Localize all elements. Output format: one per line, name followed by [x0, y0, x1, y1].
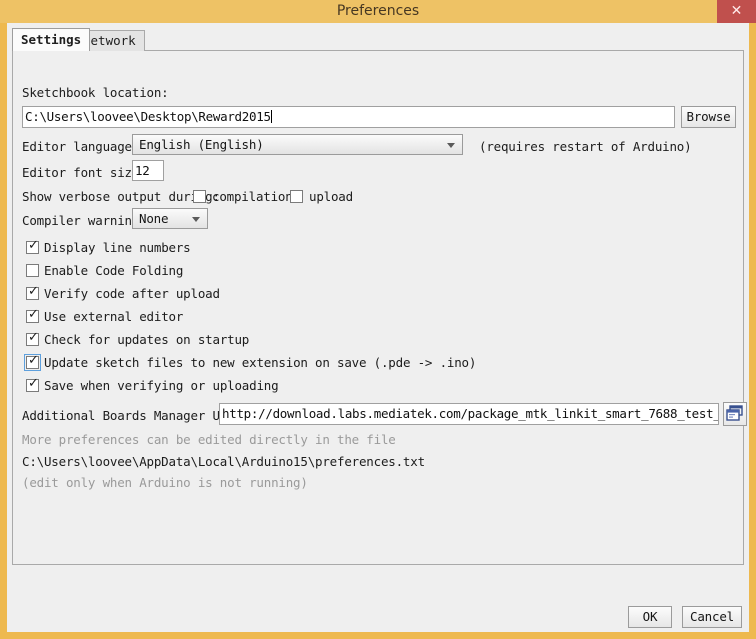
- check-icon: ✓: [28, 330, 39, 345]
- verbose-compilation-checkbox[interactable]: [193, 190, 206, 203]
- verbose-output-label: Show verbose output during:: [22, 189, 220, 204]
- checkbox-box: ✓: [26, 376, 39, 392]
- checkbox-box: ✓: [26, 238, 39, 254]
- settings-tab-panel: Sketchbook location: C:\Users\loovee\Des…: [12, 50, 747, 565]
- check-icon: ✓: [28, 284, 39, 299]
- open-urls-editor-button[interactable]: [723, 402, 747, 426]
- preferences-window: Preferences ✕ Settings Network Sketchboo…: [0, 0, 756, 639]
- verbose-compilation-label: compilation: [212, 189, 293, 204]
- checkbox-box: ✓: [26, 307, 39, 323]
- editor-font-size-input[interactable]: 12: [132, 160, 164, 181]
- verbose-upload-label: upload: [309, 189, 353, 204]
- preferences-file-path: C:\Users\loovee\AppData\Local\Arduino15\…: [22, 454, 425, 469]
- editor-language-label: Editor language:: [22, 139, 140, 154]
- edit-warning-note: (edit only when Arduino is not running): [22, 475, 308, 490]
- check-icon: ✓: [28, 353, 39, 368]
- compiler-warnings-select[interactable]: None: [132, 208, 208, 229]
- checkbox-label: Enable Code Folding: [44, 263, 184, 278]
- compiler-warnings-value: None: [139, 211, 169, 226]
- verbose-upload-checkbox[interactable]: [290, 190, 303, 203]
- checkbox-box: [26, 264, 39, 277]
- chevron-down-icon: [447, 142, 455, 148]
- checkbox-label: Use external editor: [44, 309, 184, 324]
- editor-language-note: (requires restart of Arduino): [479, 139, 692, 154]
- cancel-button[interactable]: Cancel: [682, 606, 742, 628]
- checkbox-label: Update sketch files to new extension on …: [44, 355, 477, 370]
- editor-font-size-label: Editor font size:: [22, 165, 147, 180]
- close-button[interactable]: ✕: [717, 0, 756, 23]
- check-icon: ✓: [28, 376, 39, 391]
- text-caret: [270, 110, 272, 123]
- checkbox-label: Display line numbers: [44, 240, 191, 255]
- editor-language-select[interactable]: English (English): [132, 134, 463, 155]
- external-window-icon: [726, 405, 743, 421]
- browse-button[interactable]: Browse: [681, 106, 736, 128]
- boards-manager-urls-label: Additional Boards Manager URLs:: [22, 408, 250, 423]
- window-title: Preferences: [336, 3, 420, 19]
- boards-manager-urls-input[interactable]: http://download.labs.mediatek.com/packag…: [219, 403, 719, 425]
- settings-content: Sketchbook location: C:\Users\loovee\Des…: [13, 51, 747, 564]
- check-icon: ✓: [28, 238, 39, 253]
- title-bar: Preferences ✕: [0, 0, 756, 23]
- sketchbook-location-value: C:\Users\loovee\Desktop\Reward2015: [25, 109, 271, 124]
- more-preferences-note: More preferences can be edited directly …: [22, 432, 396, 447]
- checkbox-box: ✓: [24, 353, 41, 371]
- dialog-footer: OK Cancel: [7, 565, 749, 632]
- checkbox-label: Check for updates on startup: [44, 332, 250, 347]
- chevron-down-icon: [192, 216, 200, 222]
- dialog-body: Settings Network Sketchbook location: C:…: [7, 23, 749, 632]
- ok-button[interactable]: OK: [628, 606, 672, 628]
- sketchbook-location-label: Sketchbook location:: [22, 85, 169, 100]
- checkbox-box: ✓: [26, 284, 39, 300]
- close-icon: ✕: [730, 3, 743, 19]
- editor-language-value: English (English): [139, 137, 264, 152]
- sketchbook-location-input[interactable]: C:\Users\loovee\Desktop\Reward2015: [22, 106, 675, 128]
- tab-strip: Settings Network: [12, 28, 744, 51]
- check-icon: ✓: [28, 307, 39, 322]
- tab-settings[interactable]: Settings: [12, 28, 91, 51]
- checkbox-label: Verify code after upload: [44, 286, 220, 301]
- checkbox-label: Save when verifying or uploading: [44, 378, 279, 393]
- checkbox-box: ✓: [26, 330, 39, 346]
